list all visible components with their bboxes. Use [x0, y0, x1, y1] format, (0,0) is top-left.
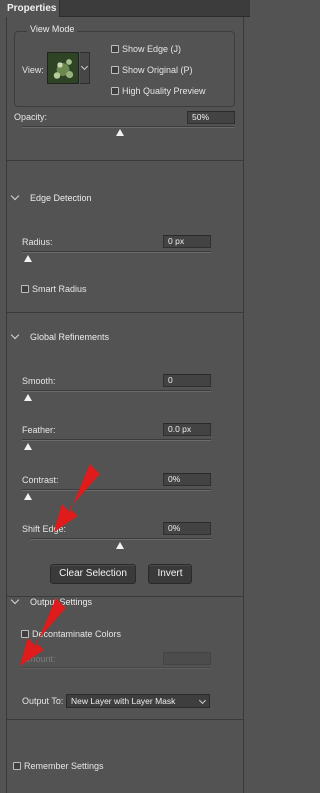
view-mode-dropdown[interactable]: [80, 52, 90, 84]
high-quality-preview-checkbox[interactable]: [111, 87, 119, 95]
smooth-label: Smooth:: [22, 376, 56, 386]
smart-radius-checkbox[interactable]: [21, 285, 29, 293]
opacity-slider-thumb[interactable]: [116, 129, 124, 136]
contrast-input[interactable]: 0%: [163, 473, 211, 486]
shift-edge-slider-track[interactable]: [30, 538, 211, 540]
smooth-slider-thumb[interactable]: [24, 394, 32, 401]
clear-selection-button[interactable]: Clear Selection: [50, 564, 136, 584]
opacity-input[interactable]: 50%: [187, 111, 235, 124]
opacity-slider-track[interactable]: [22, 126, 234, 128]
output-to-value: New Layer with Layer Mask: [71, 696, 176, 706]
shift-edge-slider-thumb[interactable]: [116, 542, 124, 549]
show-original-checkbox[interactable]: [111, 66, 119, 74]
section-divider: [6, 719, 244, 720]
edge-detection-header[interactable]: Edge Detection: [30, 193, 92, 203]
section-divider: [6, 160, 244, 161]
chevron-down-icon: [80, 62, 89, 71]
annotation-arrow-icon: [20, 598, 66, 666]
high-quality-preview-label: High Quality Preview: [122, 86, 206, 96]
feather-slider-track[interactable]: [22, 439, 211, 441]
smart-radius-label: Smart Radius: [32, 284, 87, 294]
invert-button[interactable]: Invert: [148, 564, 192, 584]
show-edge-label: Show Edge (J): [122, 44, 182, 54]
smooth-slider-track[interactable]: [22, 390, 211, 392]
shift-edge-input[interactable]: 0%: [163, 522, 211, 535]
feather-input[interactable]: 0.0 px: [163, 423, 211, 436]
tab-properties[interactable]: Properties: [0, 0, 60, 17]
view-mode-label: View Mode: [27, 24, 78, 34]
radius-label: Radius:: [22, 237, 53, 247]
annotation-arrow-icon: [54, 464, 100, 532]
chevron-down-icon: [198, 696, 207, 705]
smooth-input[interactable]: 0: [163, 374, 211, 387]
radius-slider-track[interactable]: [22, 251, 211, 253]
show-edge-checkbox[interactable]: [111, 45, 119, 53]
output-to-select[interactable]: New Layer with Layer Mask: [66, 694, 210, 708]
radius-slider-thumb[interactable]: [24, 255, 32, 262]
view-mode-thumbnail[interactable]: [47, 52, 79, 84]
contrast-slider-thumb[interactable]: [24, 493, 32, 500]
panel-frame: [6, 17, 244, 793]
opacity-label: Opacity:: [14, 112, 48, 122]
section-divider: [6, 312, 244, 313]
amount-input: [163, 652, 211, 665]
feather-slider-thumb[interactable]: [24, 443, 32, 450]
remember-settings-checkbox[interactable]: [13, 762, 21, 770]
view-label: View:: [22, 65, 44, 75]
show-original-label: Show Original (P): [122, 65, 193, 75]
remember-settings-label: Remember Settings: [24, 761, 104, 771]
feather-label: Feather:: [22, 425, 56, 435]
radius-input[interactable]: 0 px: [163, 235, 211, 248]
global-refinements-header[interactable]: Global Refinements: [30, 332, 109, 342]
output-to-label: Output To:: [22, 696, 64, 706]
